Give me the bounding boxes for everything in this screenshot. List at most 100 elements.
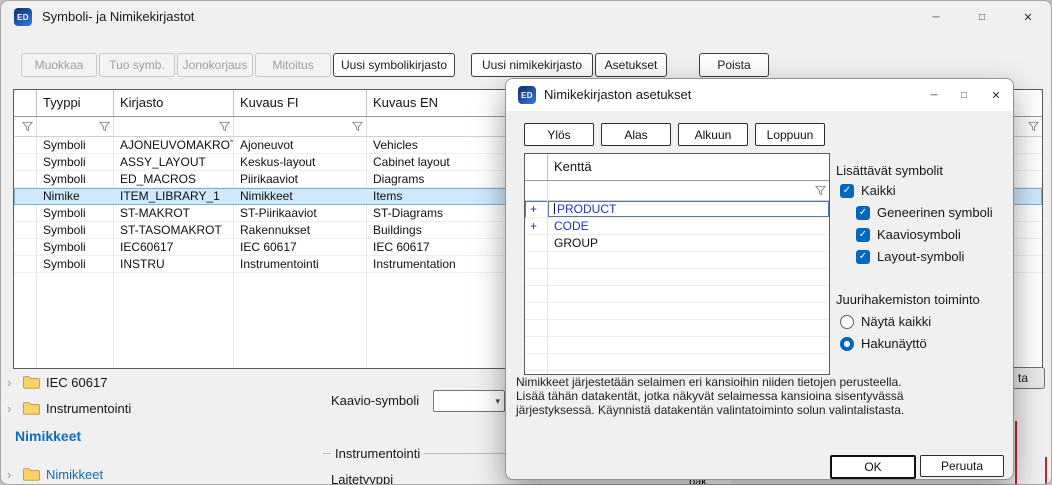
close-icon[interactable]: ✕ [1005,1,1051,33]
minimize-icon[interactable]: ─ [913,1,959,33]
radio-selected-icon[interactable] [840,337,854,351]
cell-kuvaus-fi: IEC 60617 [234,239,367,256]
row-expander[interactable]: + [525,201,548,218]
filter-cell[interactable] [234,117,367,136]
folder-icon [23,468,40,481]
cell-tyyppi: Symboli [37,239,114,256]
checkbox-geneerinen-symboli[interactable]: ✓ Geneerinen symboli [856,205,993,220]
filter-cell[interactable] [525,181,548,200]
radio-nayta-kaikki[interactable]: Näytä kaikki [840,314,931,329]
cell-tyyppi: Symboli [37,256,114,273]
field-table-empty-area [525,252,829,374]
cell-kirjasto: ITEM_LIBRARY_1 [114,188,234,205]
cell-kirjasto: INSTRU [114,256,234,273]
folder-icon [23,402,40,415]
chevron-right-icon[interactable]: › [7,375,17,390]
alkuun-button[interactable]: Alkuun [678,123,748,146]
cell-kuvaus-fi: Piirikaaviot [234,171,367,188]
tree-item-nimikkeet[interactable]: › Nimikkeet [7,465,103,483]
dialog-app-icon: ED [518,86,536,104]
dialog-titlebar[interactable]: ED Nimikekirjaston asetukset ─ □ ✕ [506,79,1013,111]
loppuun-button[interactable]: Loppuun [755,123,825,146]
cell-kirjasto: ED_MACROS [114,171,234,188]
cell-tyyppi: Symboli [37,171,114,188]
chevron-right-icon[interactable]: › [7,401,17,416]
checkbox-kaaviosymboli[interactable]: ✓ Kaaviosymboli [856,227,961,242]
dialog-title: Nimikekirjaston asetukset [544,79,691,111]
header-indicator-cell [14,90,37,116]
tree-item-instrumentointi[interactable]: › Instrumentointi [7,399,131,417]
field-name: PRODUCT [557,202,616,216]
filter-funnel-icon[interactable] [219,121,230,132]
app-icon: ED [14,8,32,26]
tree-item-label: Nimikkeet [46,467,103,482]
radio-hakunaytto[interactable]: Hakunäyttö [840,336,927,351]
filter-cell[interactable] [14,117,37,136]
maximize-icon[interactable]: □ [959,1,1005,33]
cell-tyyppi: Symboli [37,222,114,239]
header-kuvaus-fi[interactable]: Kuvaus FI [234,90,367,116]
checkbox-checked-icon[interactable]: ✓ [856,250,870,264]
filter-funnel-icon[interactable] [815,185,826,196]
main-titlebar[interactable]: ED Symboli- ja Nimikekirjastot ─ □ ✕ [1,1,1051,33]
screen: ED Symboli- ja Nimikekirjastot ─ □ ✕ Muo… [0,0,1052,485]
cell-tyyppi: Symboli [37,154,114,171]
field-row-group[interactable]: GROUP [525,235,829,252]
filter-funnel-icon[interactable] [1028,121,1039,132]
checkbox-label: Layout-symboli [877,249,964,264]
filter-cell[interactable] [548,181,829,200]
filter-cell[interactable] [114,117,234,136]
row-indicator [14,239,37,256]
dialog-minimize-icon[interactable]: ─ [919,79,949,111]
field-row-product[interactable]: + PRODUCT [525,201,829,218]
kaavio-symboli-combobox[interactable]: ▾ [433,390,505,412]
checkbox-layout-symboli[interactable]: ✓ Layout-symboli [856,249,964,264]
filter-funnel-icon[interactable] [352,121,363,132]
chevron-down-icon: ▾ [495,396,500,407]
checkbox-checked-icon[interactable]: ✓ [856,206,870,220]
dialog-window-controls: ─ □ ✕ [919,79,1013,111]
row-indicator [14,256,37,273]
row-expander [525,235,548,252]
poista-button[interactable]: Poista [699,53,769,77]
cell-kuvaus-fi: ST-Piirikaaviot [234,205,367,222]
checkbox-kaikki[interactable]: ✓ Kaikki [840,183,896,198]
alas-button[interactable]: Alas [601,123,671,146]
checkbox-checked-icon[interactable]: ✓ [840,184,854,198]
cell-tyyppi: Nimike [37,188,114,205]
cell-kirjasto: ASSY_LAYOUT [114,154,234,171]
tree-item-iec-60617[interactable]: › IEC 60617 [7,373,107,391]
filter-funnel-icon[interactable] [99,121,110,132]
field-name-cell: PRODUCT [548,201,829,218]
field-row-code[interactable]: + CODE [525,218,829,235]
filter-cell[interactable] [37,117,114,136]
uusi-nimikekirjasto-button[interactable]: Uusi nimikekirjasto [471,53,593,77]
ylos-button[interactable]: Ylös [524,123,594,146]
jonokorjaus-button: Jonokorjaus [177,53,253,77]
red-graphic-fragment [1045,457,1047,485]
field-filter-row [525,181,829,201]
asetukset-button[interactable]: Asetukset [595,53,667,77]
chevron-right-icon[interactable]: › [7,467,17,482]
checkbox-checked-icon[interactable]: ✓ [856,228,870,242]
header-kirjasto[interactable]: Kirjasto [114,90,234,116]
checkbox-label: Geneerinen symboli [877,205,993,220]
header-kentta[interactable]: Kenttä [548,154,829,180]
groupbox-label: Instrumentointi [331,446,424,461]
row-expander[interactable]: + [525,218,548,235]
header-tyyppi[interactable]: Tyyppi [37,90,114,116]
filter-funnel-icon[interactable] [22,121,33,132]
ok-button[interactable]: OK [830,455,916,479]
root-panel-title: Juurihakemiston toiminto [836,292,980,307]
peruuta-button[interactable]: Peruuta [920,455,1004,477]
cell-kirjasto: ST-MAKROT [114,205,234,222]
dialog-maximize-icon[interactable]: □ [949,79,979,111]
main-window-title: Symboli- ja Nimikekirjastot [42,1,194,33]
tree-item-label: Instrumentointi [46,401,131,416]
uusi-symbolikirjasto-button[interactable]: Uusi symbolikirjasto [333,53,455,77]
cell-kuvaus-fi: Nimikkeet [234,188,367,205]
tree-item-label: IEC 60617 [46,375,107,390]
dialog-close-icon[interactable]: ✕ [979,79,1013,111]
radio-unselected-icon[interactable] [840,315,854,329]
row-indicator [14,137,37,154]
